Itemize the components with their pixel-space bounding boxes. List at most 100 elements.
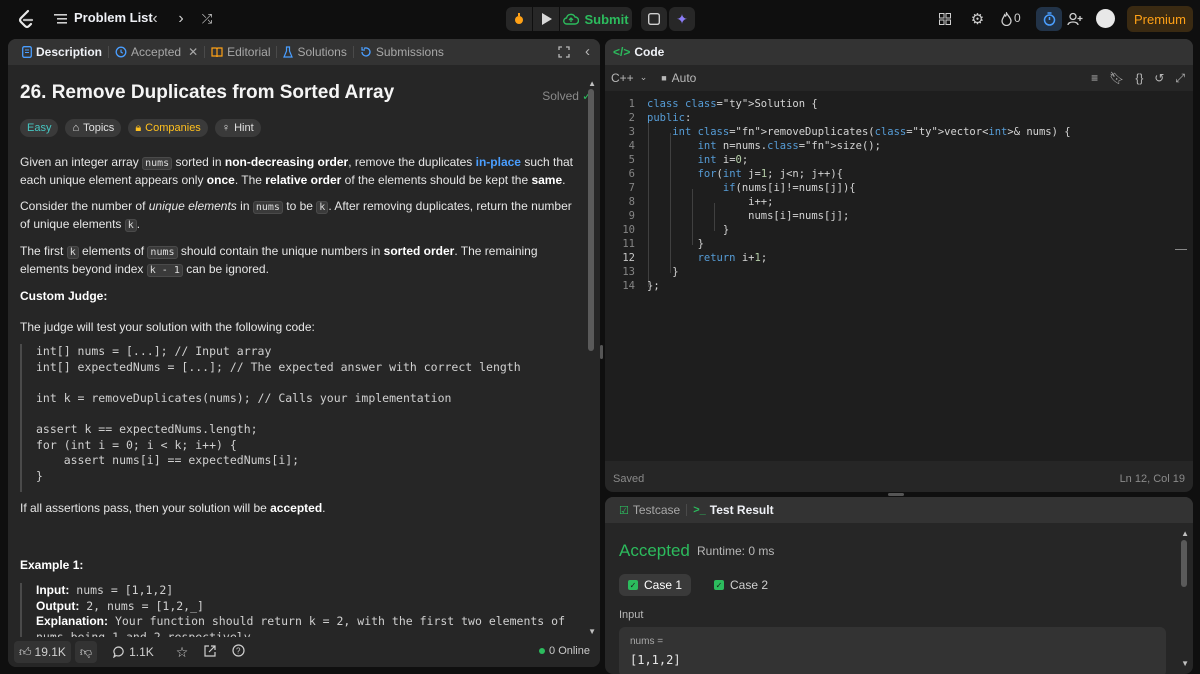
avatar[interactable] [1096,9,1115,28]
bookmark-icon[interactable]: 🔖︎ [1109,71,1124,86]
autocomplete-toggle[interactable]: ■ Auto [661,71,696,85]
editor-line[interactable]: 9 nums[i]=nums[j]; [605,209,850,223]
input-value-box: nums = [1,1,2] [619,627,1166,674]
code-line: } [36,468,43,483]
line-number: 1 [628,98,635,110]
share-icon[interactable] [204,644,216,660]
scroll-up-icon[interactable]: ▲ [588,79,596,88]
scroll-down-icon[interactable]: ▼ [1181,659,1189,668]
code-line: assert k == expectedNums.length; [36,421,258,436]
layout-grid-icon[interactable] [937,11,953,27]
line-code: class class="ty">Solution { [647,98,818,110]
lock-icon: ■ [661,73,667,83]
fullscreen-icon[interactable] [558,46,570,61]
online-dot-icon [539,648,546,654]
shuffle-icon[interactable]: ⤮ [197,9,217,29]
run-button[interactable] [533,7,559,31]
lightbulb-icon: ♀ [221,121,231,134]
braces-icon[interactable]: {} [1135,71,1143,86]
case-1-tab[interactable]: ✓ Case 1 [619,574,692,596]
like-button[interactable]: 👍︎ 19.1K [14,641,71,663]
minimap-marker [1175,249,1187,250]
tab-description[interactable]: Description [16,39,108,65]
collapse-panel-icon[interactable]: ‹ [585,43,590,60]
editor-line[interactable]: 3 int class="fn">removeDuplicates(class=… [605,125,1071,139]
tag-icon: ⌂ [72,121,80,134]
editor-line[interactable]: 12 return i+1; [605,251,767,265]
tab-editorial[interactable]: Editorial [205,39,276,65]
case-2-tab[interactable]: ✓ Case 2 [705,574,777,596]
code-editor[interactable]: 1 class class="ty">Solution {2 public: 3 in… [605,91,1193,461]
horizontal-resize-handle[interactable] [888,493,904,496]
favorite-star-icon[interactable]: ☆ [176,644,189,661]
editor-line[interactable]: 7 if(nums[i]!=nums[j]){ [605,181,856,195]
format-icon[interactable]: ≡ [1091,71,1098,86]
scroll-up-icon[interactable]: ▲ [1181,529,1189,538]
tab-testcase[interactable]: ☑ Testcase [613,497,686,523]
premium-button[interactable]: Premium [1127,6,1193,32]
submissions-icon [361,47,371,57]
input-variable-name: nums = [630,636,664,647]
editor-line[interactable]: 8 i++; [605,195,774,209]
companies-chip[interactable]: 🔒︎ Companies [128,119,208,137]
streak-fire-icon[interactable] [999,10,1013,27]
editor-line[interactable]: 6 for(int j=1; j<n; j++){ [605,167,843,181]
line-code: } [647,224,730,236]
test-scrollbar[interactable] [1181,540,1187,587]
flask-icon [283,46,294,58]
debug-icon[interactable] [506,7,532,31]
description-tabbar: Description Accepted ✕ Editorial Solutio… [8,39,600,65]
description-paragraph-1: Given an integer array nums sorted in no… [20,155,574,187]
tab-test-result[interactable]: >_ Test Result [687,497,779,523]
scroll-down-icon[interactable]: ▼ [588,627,596,636]
editor-line[interactable]: 2 public: [605,111,692,125]
editor-line[interactable]: 1 class class="ty">Solution { [605,97,818,111]
input-label: Input [619,609,644,621]
editor-line[interactable]: 13 } [605,265,678,279]
leetcode-logo-icon[interactable] [16,9,36,29]
line-code: nums[i]=nums[j]; [647,210,850,222]
line-number: 8 [628,196,635,208]
vertical-resize-handle[interactable] [600,345,603,359]
close-tab-icon[interactable]: ✕ [188,45,198,59]
check-icon: ✓ [714,580,724,590]
add-friend-icon[interactable] [1063,7,1087,31]
dislike-button[interactable]: 👎︎ [74,641,98,663]
comments-button[interactable]: 1.1K [113,645,154,659]
in-place-link[interactable]: in-place [476,155,521,169]
line-code: public: [647,112,692,124]
reset-icon[interactable]: ↺ [1154,71,1164,86]
editor-line[interactable]: 4 int n=nums.class="fn">size(); [605,139,881,153]
tab-accepted[interactable]: Accepted ✕ [109,39,204,65]
description-scrollbar[interactable] [588,89,594,351]
next-problem-icon[interactable]: › [171,9,191,29]
help-icon[interactable]: ? [232,644,245,660]
line-code: if(nums[i]!=nums[j]){ [722,182,856,194]
code-line: int k = removeDuplicates(nums); // Calls… [36,390,452,405]
settings-gear-icon[interactable]: ⚙ [969,10,986,28]
expand-icon[interactable]: ⤢ [1175,71,1185,86]
topics-chip[interactable]: ⌂ Topics [65,119,122,137]
description-paragraph-3: The first k elements of nums should cont… [20,244,538,277]
language-select[interactable]: C++ ⌄ [611,71,647,85]
code-line: int[] nums = [...]; // Input array [36,344,272,358]
editor-line[interactable]: 5 int i=0; [605,153,749,167]
editor-line[interactable]: 14}; [605,279,659,293]
timer-icon[interactable] [1036,7,1062,31]
notes-icon[interactable] [641,7,667,31]
editor-line[interactable]: 11 } [605,237,704,251]
hint-chip[interactable]: ♀ Hint [214,119,261,137]
prev-problem-icon[interactable]: ‹ [145,9,165,29]
line-number: 10 [622,224,635,236]
tab-submissions[interactable]: Submissions [354,39,450,65]
line-code: for(int j=1; j<n; j++){ [697,168,843,180]
editor-line[interactable]: 10 } [605,223,729,237]
custom-judge-heading: Custom Judge: [20,289,108,303]
ai-sparkle-icon[interactable]: ✦ [669,7,695,31]
problem-list-link[interactable]: Problem List [74,10,153,25]
tab-solutions[interactable]: Solutions [277,39,352,65]
top-navbar: Problem List ‹ › ⤮ Submit ✦ ⚙ 0 Premium [0,0,1200,38]
submit-button[interactable]: Submit [560,7,632,31]
